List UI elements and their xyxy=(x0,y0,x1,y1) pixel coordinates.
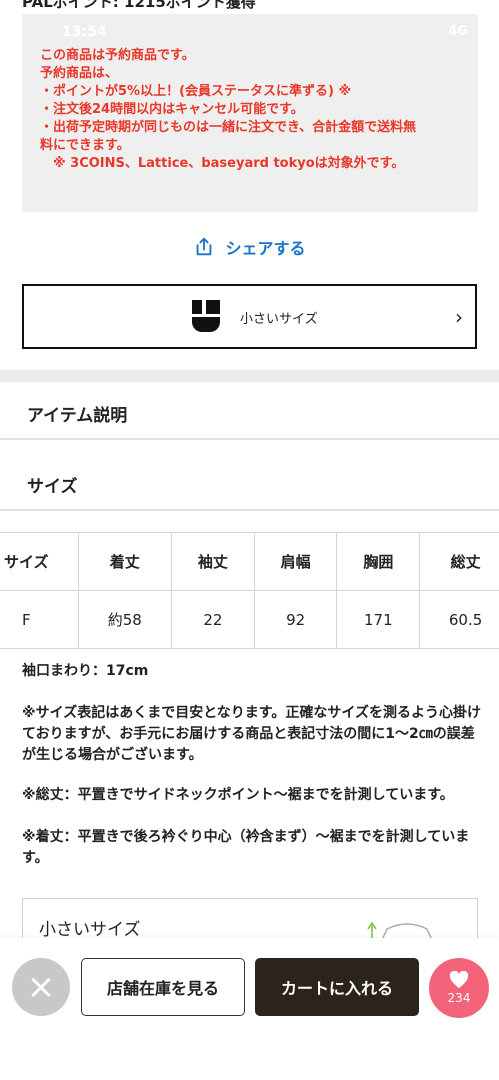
table-cell: 約58 xyxy=(77,590,173,649)
table-cell: 171 xyxy=(336,590,421,649)
table-cell: 92 xyxy=(253,590,338,649)
points-text: PALポイント: 1215ポイント獲得 xyxy=(22,0,256,11)
divider xyxy=(0,438,499,440)
section-separator xyxy=(0,370,499,382)
notice-text: この商品は予約商品です。 予約商品は、 ・ポイントが5%以上！(会員ステータスに… xyxy=(40,47,470,173)
notice-line: この商品は予約商品です。 xyxy=(40,48,195,63)
share-icon xyxy=(197,237,212,256)
status-network: 4G xyxy=(448,24,468,39)
close-button[interactable]: × xyxy=(12,958,70,1016)
table-cell: 22 xyxy=(171,590,255,649)
add-to-cart-label: カートに入れる xyxy=(280,979,393,998)
table-header-row: サイズ 着丈 袖丈 肩幅 胸囲 総丈 xyxy=(0,532,499,591)
notice-line: ・注文後24時間以内はキャンセル可能です。 xyxy=(40,102,304,117)
table-row: F 約58 22 92 171 60.5 xyxy=(0,590,499,649)
table-header-cell: 袖丈 xyxy=(171,532,255,591)
total-length-note: ※総丈：平置きでサイドネックポイント〜裾までを計測しています。 xyxy=(22,787,454,803)
small-size-button[interactable]: 小さいサイズ › xyxy=(22,284,477,349)
store-stock-button[interactable]: 店舗在庫を見る xyxy=(81,958,245,1016)
small-size-label: 小さいサイズ xyxy=(240,312,318,327)
size-disclaimer: ※サイズ表記はあくまで目安となります。正確なサイズを測るよう心掛けておりますが、… xyxy=(22,705,481,763)
store-stock-label: 店舗在庫を見る xyxy=(106,979,219,998)
notice-line: 予約商品は、 xyxy=(40,66,119,81)
table-cell: F xyxy=(0,590,79,649)
close-icon: × xyxy=(26,967,56,1007)
notice-line: 料にできます。 xyxy=(40,138,130,153)
table-cell: 60.5 xyxy=(419,590,499,649)
size-heading[interactable]: サイズ xyxy=(27,472,78,497)
table-header-cell: 着丈 xyxy=(77,532,173,591)
notice-line: ※ 3COINS、Lattice、baseyard tokyoは対象外です。 xyxy=(40,156,405,171)
table-header-cell: 胸囲 xyxy=(336,532,421,591)
heart-icon xyxy=(449,971,469,989)
body-length-note: ※着丈：平置きで後ろ衿ぐり中心（衿含まず）〜裾までを計測しています。 xyxy=(22,829,470,866)
brand-logo-icon xyxy=(192,300,220,332)
cuff-note: 袖口まわり：17cm xyxy=(22,663,149,679)
table-header-cell: サイズ xyxy=(0,532,79,591)
item-description-heading[interactable]: アイテム説明 xyxy=(27,401,127,426)
share-button[interactable]: シェアする xyxy=(0,234,499,260)
bottom-action-bar: × 店舗在庫を見る カートに入れる 234 xyxy=(0,938,499,1080)
notice-line: ・ポイントが5%以上！(会員ステータスに準ずる) ※ xyxy=(40,84,352,99)
favorite-count: 234 xyxy=(447,991,471,1005)
share-label: シェアする xyxy=(225,239,306,258)
divider xyxy=(0,509,499,511)
notice-line: ・出荷予定時期が同じものは一緒に注文でき、合計金額で送料無 xyxy=(40,120,417,135)
table-header-cell: 総丈 xyxy=(419,532,499,591)
table-header-cell: 肩幅 xyxy=(253,532,338,591)
chevron-right-icon: › xyxy=(455,305,463,329)
status-time: 13:54 xyxy=(62,24,107,40)
preorder-notice: 13:54 4G この商品は予約商品です。 予約商品は、 ・ポイントが5%以上！… xyxy=(22,14,478,212)
add-to-cart-button[interactable]: カートに入れる xyxy=(255,958,419,1016)
points-banner: PALポイント: 1215ポイント獲得 xyxy=(0,0,499,14)
size-table: サイズ 着丈 袖丈 肩幅 胸囲 総丈 F 約58 22 92 171 60.5 xyxy=(0,532,499,649)
size-chart-title: 小さいサイズ xyxy=(39,920,141,940)
favorite-button[interactable]: 234 xyxy=(429,958,489,1018)
